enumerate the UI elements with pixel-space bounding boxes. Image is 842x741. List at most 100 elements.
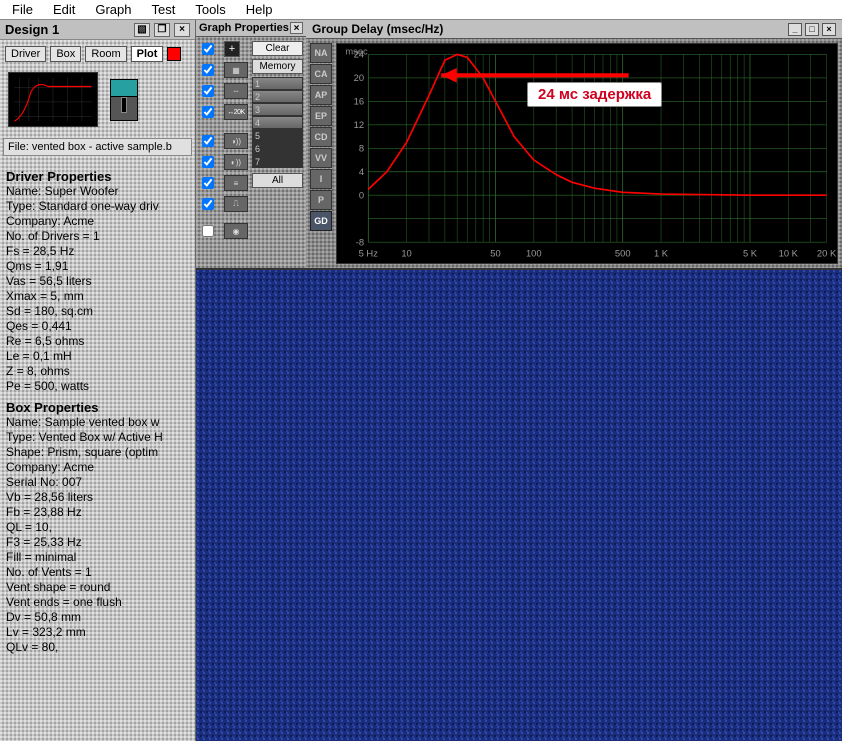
chk-8[interactable] <box>202 198 214 210</box>
chk-9[interactable] <box>202 225 214 237</box>
maximize-icon[interactable]: □ <box>805 23 819 36</box>
driver-prop-row: Re = 6,5 ohms <box>6 334 189 349</box>
box-prop-row: QLv = 80, <box>6 640 189 655</box>
menu-graph[interactable]: Graph <box>89 0 137 19</box>
chk-4[interactable] <box>202 106 214 118</box>
memory-button[interactable]: Memory <box>252 59 303 74</box>
driver-prop-row: Le = 0,1 mH <box>6 349 189 364</box>
speaker-icon[interactable]: ◑)) <box>224 133 248 149</box>
y-axis-selector: NACAAPEPCDVVIPGD <box>310 43 332 264</box>
driver-prop-row: Pe = 500, watts <box>6 379 189 394</box>
range-20k-icon[interactable]: ↔20K <box>224 104 248 120</box>
grid-icon[interactable]: ▦ <box>224 62 248 78</box>
driver-props-heading: Driver Properties <box>6 169 189 184</box>
box-prop-row: Vb = 28,56 liters <box>6 490 189 505</box>
yaxis-btn-ap[interactable]: AP <box>310 85 332 105</box>
memory-slot-3[interactable]: 3 <box>252 103 303 116</box>
svg-text:5 K: 5 K <box>743 249 758 259</box>
driver-prop-row: Fs = 28,5 Hz <box>6 244 189 259</box>
chk-3[interactable] <box>202 85 214 97</box>
tab-plot[interactable]: Plot <box>131 46 164 62</box>
minimize-icon[interactable]: _ <box>788 23 802 36</box>
chk-6[interactable] <box>202 156 214 168</box>
speaker2-icon[interactable]: ◐)) <box>224 154 248 170</box>
menu-file[interactable]: File <box>6 0 39 19</box>
memory-slot-1[interactable]: 1 <box>252 77 303 90</box>
chk-2[interactable] <box>202 64 214 76</box>
tab-box[interactable]: Box <box>50 46 81 62</box>
driver-prop-row: Name: Super Woofer <box>6 184 189 199</box>
menu-tools[interactable]: Tools <box>189 0 231 19</box>
box-prop-row: Fill = minimal <box>6 550 189 565</box>
tab-driver[interactable]: Driver <box>5 46 46 62</box>
svg-text:1 K: 1 K <box>654 249 669 259</box>
driver-prop-row: Xmax = 5, mm <box>6 289 189 304</box>
all-button[interactable]: All <box>252 173 303 188</box>
chk-1[interactable] <box>202 43 214 55</box>
svg-text:12: 12 <box>354 120 364 130</box>
box-prop-row: Fb = 23,88 Hz <box>6 505 189 520</box>
plot-color-swatch[interactable] <box>167 47 181 61</box>
menubar: File Edit Graph Test Tools Help <box>0 0 842 20</box>
driver-prop-row: Type: Standard one-way driv <box>6 199 189 214</box>
svg-text:8: 8 <box>359 143 364 153</box>
memory-slot-7[interactable]: 7 <box>252 155 303 168</box>
box-prop-row: Dv = 50,8 mm <box>6 610 189 625</box>
graph-properties-title: Graph Properties <box>199 22 289 34</box>
svg-text:10: 10 <box>401 249 411 259</box>
yaxis-btn-i[interactable]: I <box>310 169 332 189</box>
plot-area[interactable]: msec 24201612840-8 5 Hz10501005001 K5 K1… <box>336 43 838 264</box>
add-trace-icon[interactable]: + <box>224 41 240 57</box>
memory-slot-4[interactable]: 4 <box>252 116 303 129</box>
menu-test[interactable]: Test <box>146 0 182 19</box>
box-prop-row: Vent ends = one flush <box>6 595 189 610</box>
svg-text:20: 20 <box>354 73 364 83</box>
box-prop-row: Company: Acme <box>6 460 189 475</box>
chk-5[interactable] <box>202 135 214 147</box>
svg-text:500: 500 <box>615 249 631 259</box>
close-icon[interactable]: × <box>822 23 836 36</box>
camera-icon[interactable]: ◉ <box>224 223 248 239</box>
yaxis-btn-cd[interactable]: CD <box>310 127 332 147</box>
dashline-icon[interactable]: ┄ <box>224 83 248 99</box>
box-thumbnail[interactable] <box>110 79 138 121</box>
box-prop-row: Lv = 323,2 mm <box>6 625 189 640</box>
memory-slot-5[interactable]: 5 <box>252 129 303 142</box>
workspace-background <box>196 270 842 741</box>
close-icon[interactable]: × <box>290 22 303 34</box>
design-panel: Design 1 ▧ ❐ × Driver Box Room Plot <box>0 20 196 741</box>
driver-prop-row: Z = 8, ohms <box>6 364 189 379</box>
graph-window: Group Delay (msec/Hz) _ □ × NACAAPEPCDVV… <box>306 20 842 268</box>
close-icon[interactable]: × <box>174 23 190 37</box>
box-prop-row: Shape: Prism, square (optim <box>6 445 189 460</box>
menu-edit[interactable]: Edit <box>47 0 81 19</box>
graph-properties-panel: Graph Properties × <box>196 20 306 268</box>
save-icon[interactable]: ▧ <box>134 23 150 37</box>
driver-prop-row: Vas = 56,5 liters <box>6 274 189 289</box>
graph-title: Group Delay (msec/Hz) <box>312 22 443 36</box>
yaxis-btn-p[interactable]: P <box>310 190 332 210</box>
svg-text:10 K: 10 K <box>779 249 799 259</box>
eq-icon[interactable]: ≡ <box>224 175 248 191</box>
filter-icon[interactable]: ⎍ <box>224 196 248 212</box>
box-prop-row: Type: Vented Box w/ Active H <box>6 430 189 445</box>
box-prop-row: F3 = 25,33 Hz <box>6 535 189 550</box>
doc-icon[interactable]: ❐ <box>154 23 170 37</box>
plot-thumbnail[interactable] <box>8 72 98 127</box>
memory-slot-6[interactable]: 6 <box>252 142 303 155</box>
svg-text:50: 50 <box>490 249 500 259</box>
menu-help[interactable]: Help <box>240 0 279 19</box>
svg-text:0: 0 <box>359 190 364 200</box>
box-props-heading: Box Properties <box>6 400 189 415</box>
yaxis-btn-ep[interactable]: EP <box>310 106 332 126</box>
yaxis-btn-vv[interactable]: VV <box>310 148 332 168</box>
yaxis-btn-ca[interactable]: CA <box>310 64 332 84</box>
chk-7[interactable] <box>202 177 214 189</box>
clear-button[interactable]: Clear <box>252 41 303 56</box>
tab-room[interactable]: Room <box>85 46 126 62</box>
memory-slot-2[interactable]: 2 <box>252 90 303 103</box>
yaxis-btn-na[interactable]: NA <box>310 43 332 63</box>
yaxis-btn-gd[interactable]: GD <box>310 211 332 231</box>
driver-prop-row: No. of Drivers = 1 <box>6 229 189 244</box>
properties-list: Driver Properties Name: Super WooferType… <box>0 159 195 741</box>
